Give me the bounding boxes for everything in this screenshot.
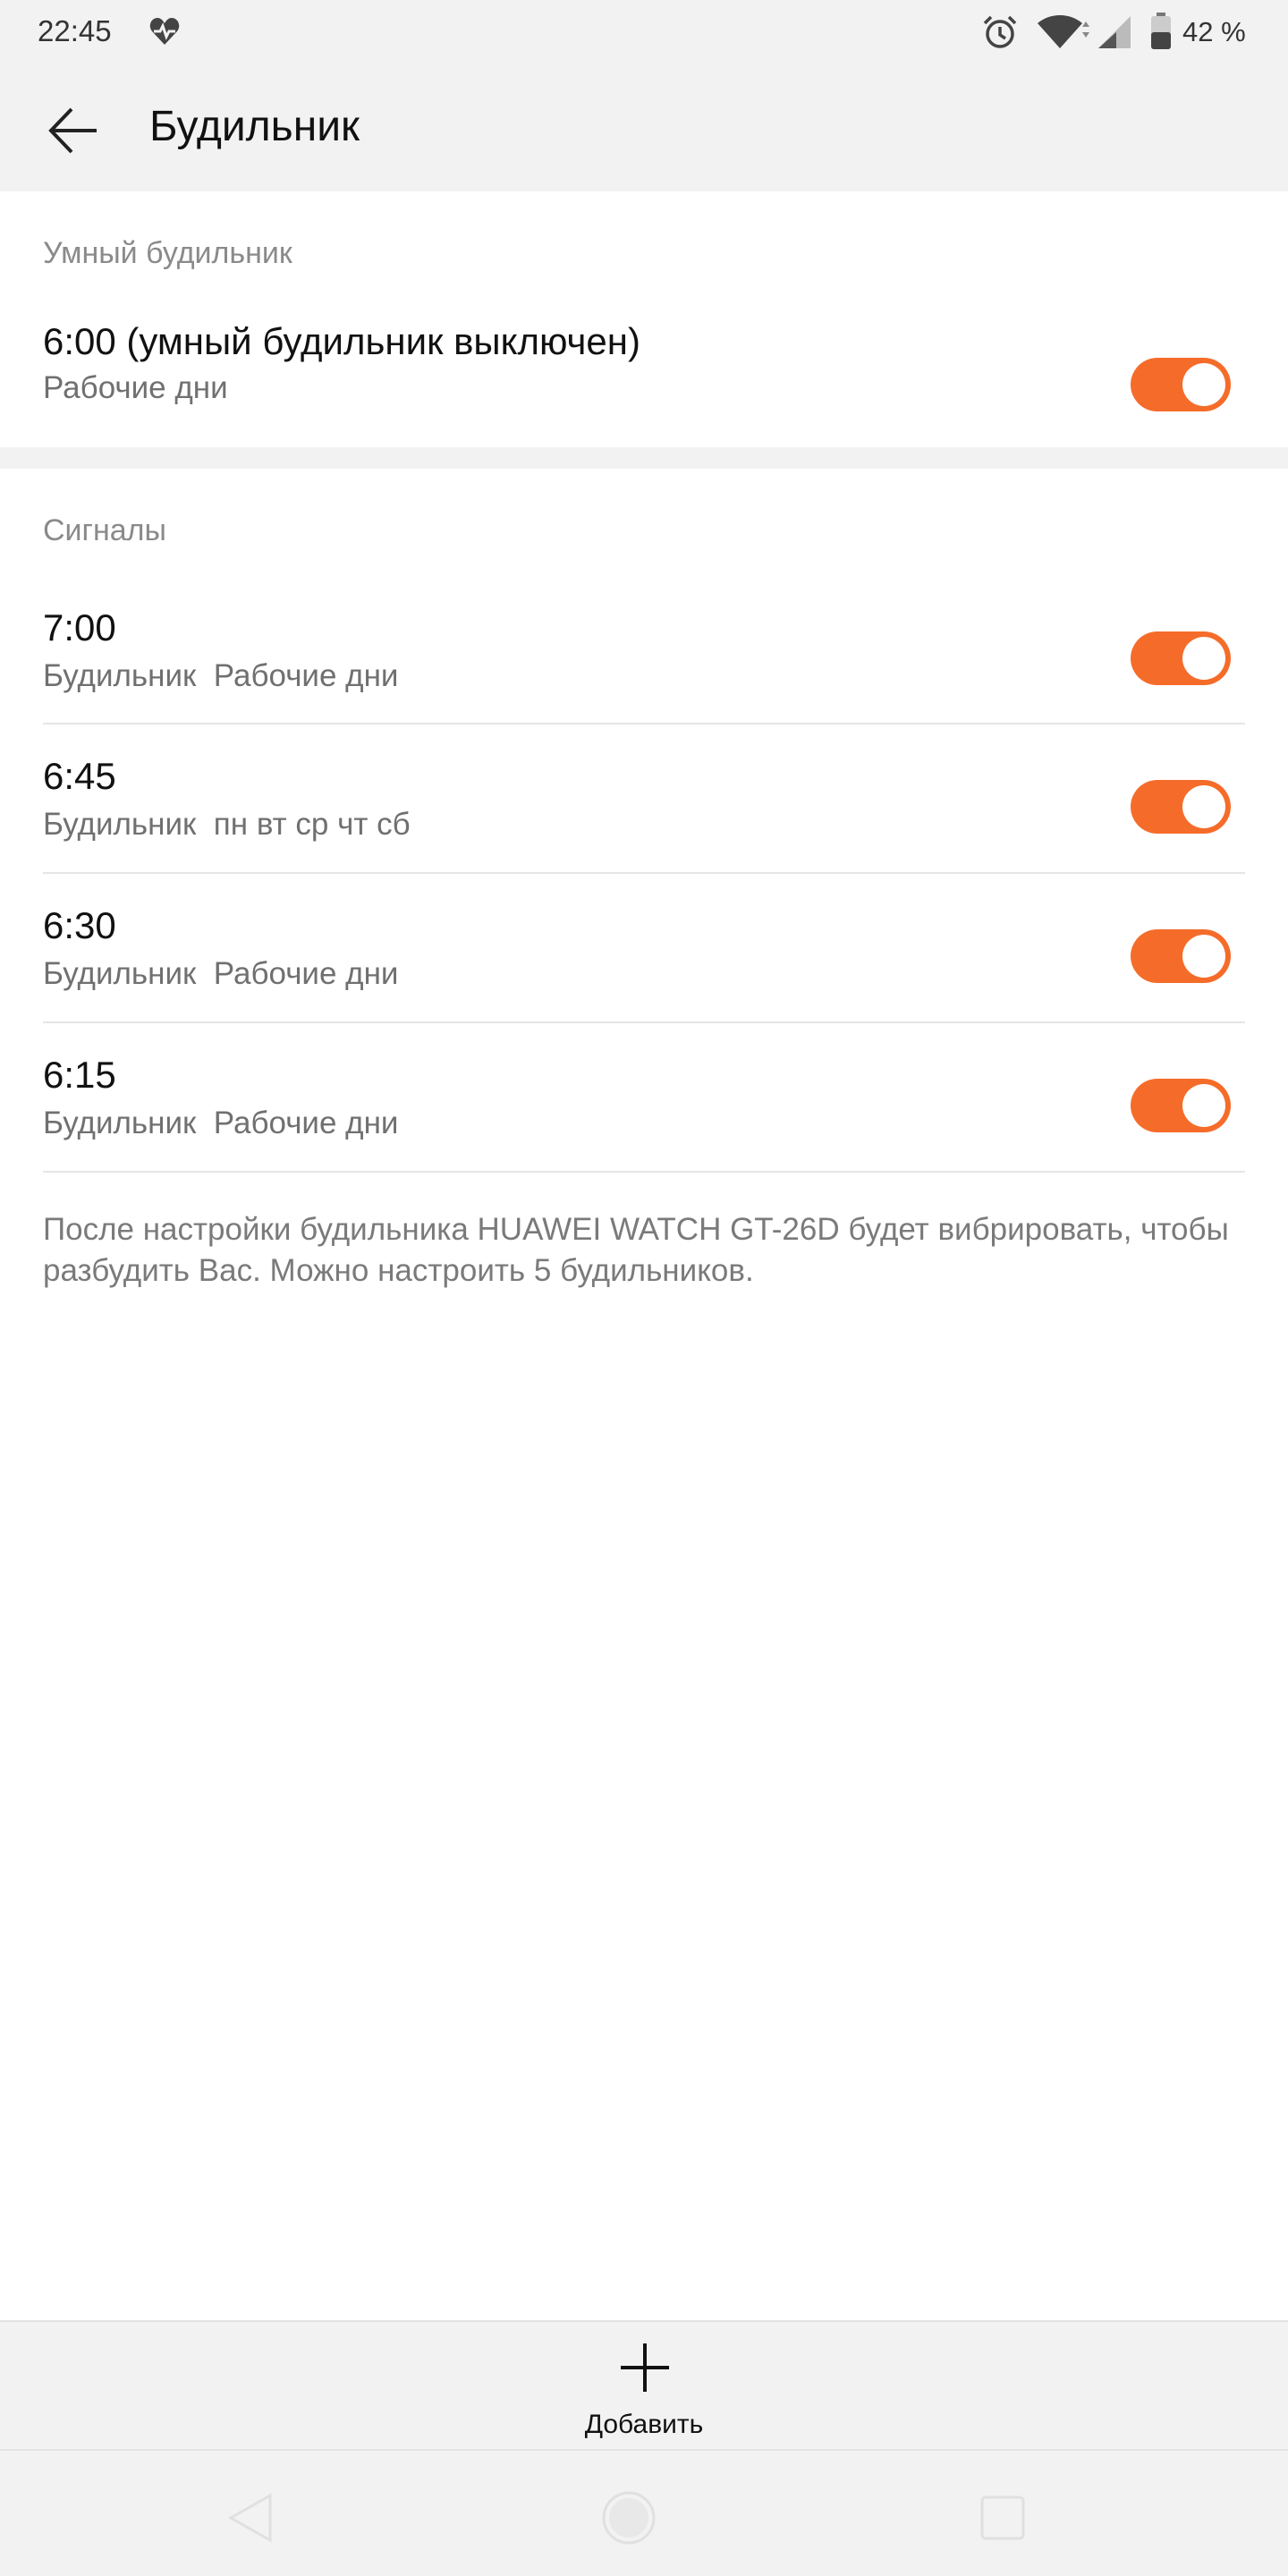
alarm-row-0[interactable]: 7:00 Будильник Рабочие дни [0,576,1288,724]
battery-percentage: 42 % [1182,16,1246,47]
alarm-toggle-0[interactable] [1131,631,1231,685]
alarm-time: 6:45 [43,755,116,797]
add-alarm-button[interactable]: Добавить [555,2334,733,2447]
alarm-subtitle: Будильник Рабочие дни [43,658,399,693]
toggle-knob [1182,785,1225,828]
cellular-signal-icon [1098,16,1131,48]
alarm-subtitle: Будильник Рабочие дни [43,956,399,991]
alarm-clock-icon [983,15,1017,48]
alarm-subtitle: Будильник пн вт ср чт сб [43,807,411,842]
status-bar: 22:45 42 % [0,0,1288,66]
smart-alarm-row[interactable]: 6:00 (умный будильник выключен) Рабочие … [0,308,1288,433]
back-button[interactable] [39,97,107,165]
status-time: 22:45 [38,14,112,47]
toggle-knob [1182,637,1225,680]
alarm-toggle-2[interactable] [1131,929,1231,983]
alarm-subtitle: Рабочие дни [43,370,228,405]
alarm-time: 7:00 [43,606,116,648]
section-header-smart-alarm: Умный будильник [43,236,292,270]
signals-card: Сигналы 7:00 Будильник Рабочие дни 6:45 … [0,469,1288,2320]
alarm-row-3[interactable]: 6:15 Будильник Рабочие дни [0,1023,1288,1173]
smart-alarm-toggle[interactable] [1131,358,1231,411]
alarm-toggle-3[interactable] [1131,1079,1231,1132]
plus-icon [621,2343,669,2392]
row-divider [43,1171,1245,1173]
toggle-knob [1182,363,1225,406]
battery-icon [1151,13,1171,49]
heart-rate-icon [149,18,180,45]
alarm-time: 6:00 (умный будильник выключен) [43,320,640,362]
alarm-toggle-1[interactable] [1131,780,1231,834]
section-header-signals: Сигналы [43,513,166,547]
system-navigation-bar [0,2449,1288,2576]
page-title: Будильник [149,103,360,150]
nav-home-icon[interactable] [597,2487,660,2549]
add-alarm-label: Добавить [584,2410,704,2439]
smart-alarm-card: Умный будильник 6:00 (умный будильник вы… [0,191,1288,447]
toggle-knob [1182,935,1225,978]
alarm-row-1[interactable]: 6:45 Будильник пн вт ср чт сб [0,724,1288,874]
wifi-icon [1038,15,1089,48]
toggle-knob [1182,1084,1225,1127]
arrow-left-icon [48,107,97,154]
nav-recent-apps-icon[interactable] [971,2487,1034,2549]
nav-back-icon[interactable] [220,2487,283,2549]
alarm-subtitle: Будильник Рабочие дни [43,1106,399,1140]
app-bar: Будильник [0,66,1288,191]
alarm-time: 6:30 [43,904,116,946]
alarm-footnote: После настройки будильника HUAWEI WATCH … [43,1212,1229,1288]
bottom-action-bar: Добавить [0,2320,1288,2449]
alarm-time: 6:15 [43,1054,116,1096]
alarm-row-2[interactable]: 6:30 Будильник Рабочие дни [0,874,1288,1023]
